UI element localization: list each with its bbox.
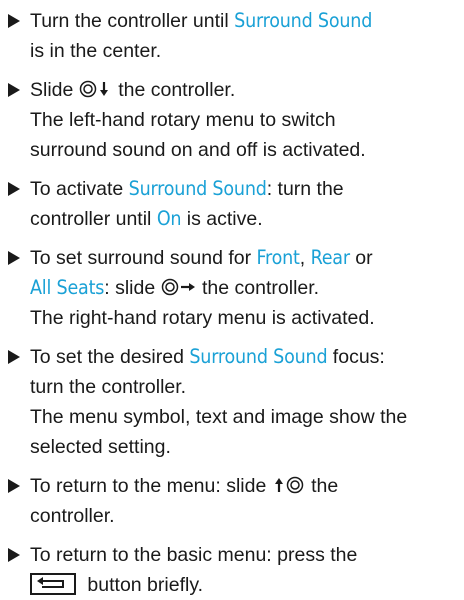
step-result: The left-hand rotary menu to switch: [30, 109, 336, 131]
step-text: To return to the menu: slide: [30, 475, 272, 497]
step-text: : turn the: [266, 178, 344, 200]
instruction-page: Turn the controller until Surround Sound…: [0, 0, 464, 596]
step-result: The menu symbol, text and image show the: [30, 406, 408, 428]
menu-term-surround-sound: Surround Sound: [234, 9, 373, 32]
controller-slide-right-icon: [161, 278, 195, 296]
step-text: To set the desired: [30, 346, 190, 368]
triangle-right-icon: [8, 350, 20, 364]
step-text: : slide: [104, 277, 161, 299]
step-6: To return to the menu: slide the control…: [8, 471, 464, 531]
step-5: To set the desired Surround Sound focus:…: [8, 342, 464, 462]
step-4: To set surround sound for Front, Rear or…: [8, 243, 464, 333]
controller-slide-down-icon: [79, 80, 108, 98]
triangle-right-icon: [8, 83, 20, 97]
step-text: or: [349, 247, 373, 269]
step-text: To activate: [30, 178, 129, 200]
step-result: The right-hand rotary menu is activated.: [30, 307, 375, 329]
step-text: Turn the controller until: [30, 10, 235, 32]
menu-term-surround-sound: Surround Sound: [128, 177, 267, 200]
menu-term-surround-sound: Surround Sound: [189, 345, 328, 368]
step-2: Slide the controller. The left-hand rota…: [8, 75, 464, 165]
menu-term-front: Front: [256, 246, 300, 269]
step-text: To return to the basic menu: press the: [30, 544, 358, 566]
step-7: To return to the basic menu: press the b…: [8, 540, 464, 600]
step-1: Turn the controller until Surround Sound…: [8, 6, 464, 66]
menu-term-all-seats: All Seats: [30, 276, 105, 299]
step-3: To activate Surround Sound: turn the con…: [8, 174, 464, 234]
triangle-right-icon: [8, 479, 20, 493]
step-text: focus:: [327, 346, 385, 368]
step-text: controller.: [30, 505, 115, 527]
step-text: controller until: [30, 208, 157, 230]
step-text: is in the center.: [30, 40, 162, 62]
menu-term-on: On: [156, 207, 182, 230]
step-text: ,: [299, 247, 311, 269]
step-text: turn the controller.: [30, 376, 187, 398]
step-text: the controller.: [112, 79, 236, 101]
step-result: selected setting.: [30, 436, 171, 458]
triangle-right-icon: [8, 251, 20, 265]
controller-slide-up-icon: [274, 476, 303, 494]
step-text: the controller.: [196, 277, 320, 299]
step-text: is active.: [181, 208, 263, 230]
step-text: button briefly.: [82, 574, 204, 596]
step-text: the: [305, 475, 339, 497]
step-text: Slide: [30, 79, 79, 101]
triangle-right-icon: [8, 182, 20, 196]
triangle-right-icon: [8, 14, 20, 28]
back-button-icon: [30, 572, 76, 595]
step-result: surround sound on and off is activated.: [30, 139, 366, 161]
menu-term-rear: Rear: [310, 246, 350, 269]
triangle-right-icon: [8, 548, 20, 562]
step-text: To set surround sound for: [30, 247, 257, 269]
